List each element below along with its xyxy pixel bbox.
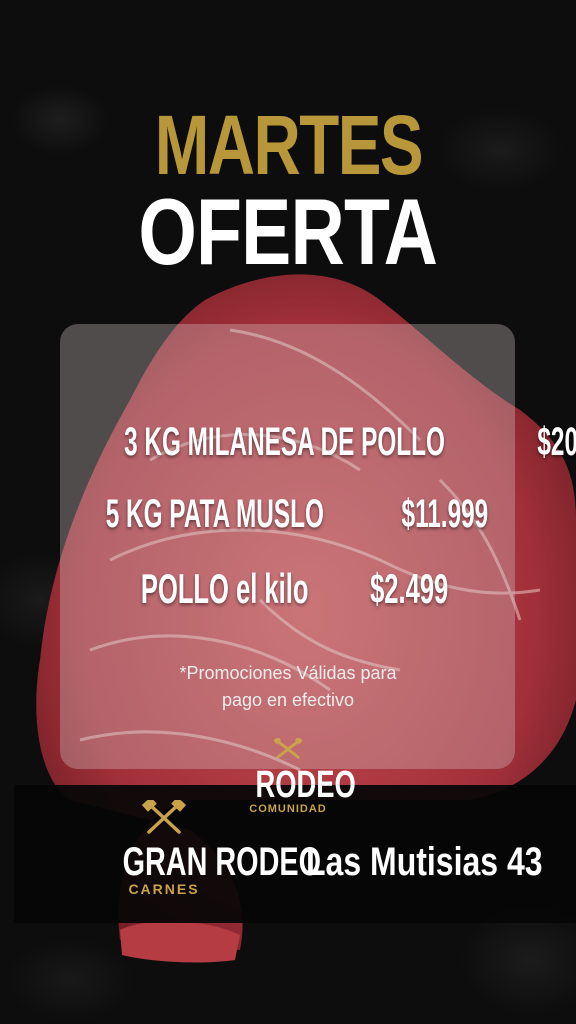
sub-logo-name: RODEO [255, 764, 356, 806]
store-address: Las Mutisias 43 [306, 840, 543, 884]
gran-rodeo-logo: GRAN RODEO CARNES [84, 797, 321, 897]
promo-poster: MARTES OFERTA 3 KG MILANESA DE POLLO $20… [0, 0, 576, 1024]
crossed-cleavers-icon [141, 797, 187, 834]
offer-row: 3 KG MILANESA DE POLLO $20.999 [0, 420, 576, 465]
offer-item: 5 KG PATA MUSLO [106, 492, 325, 536]
offer-row: 5 KG PATA MUSLO $11.999 [0, 492, 576, 537]
headline-day: MARTES [154, 98, 423, 192]
offer-price: $2.499 [369, 565, 449, 612]
crossed-knives-icon [273, 736, 303, 759]
offer-row: POLLO el kilo $2.499 [0, 565, 576, 613]
disclaimer-line-2: pago en efectivo [221, 690, 355, 710]
offer-price: $20.999 [537, 420, 576, 464]
offer-item: 3 KG MILANESA DE POLLO [124, 420, 445, 464]
headline: MARTES OFERTA [0, 100, 576, 280]
disclaimer-line-1: *Promociones Válidas para [179, 663, 397, 683]
offer-price: $11.999 [401, 492, 489, 536]
offer-item: POLLO el kilo [140, 565, 309, 612]
rodeo-comunidad-logo: RODEO COMUNIDAD [236, 736, 356, 815]
disclaimer-note: *Promociones Válidas para pago en efecti… [0, 660, 576, 714]
main-logo-name: GRAN RODEO [122, 840, 321, 884]
headline-offer: OFERTA [138, 179, 439, 284]
